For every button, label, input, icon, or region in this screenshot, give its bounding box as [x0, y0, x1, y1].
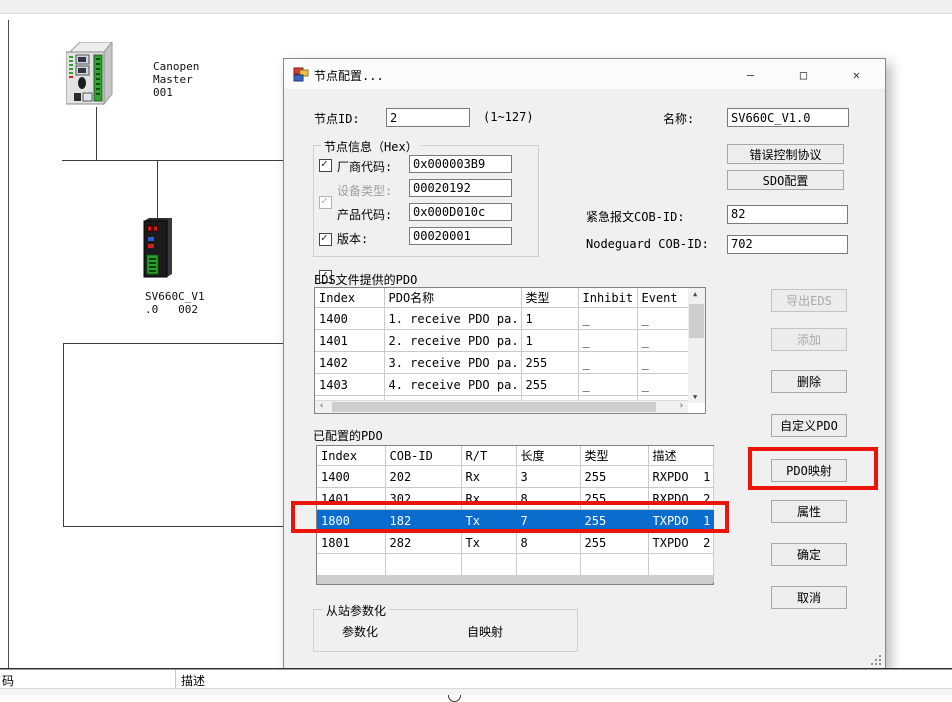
- node-config-dialog: 节点配置... — □ ✕ 节点ID: (1~127) 名称: 节点信息（Hex…: [283, 58, 886, 670]
- configured-pdo-table: Index COB-ID R/T 长度 类型 描述 1400202 Rx3 25…: [316, 445, 714, 585]
- properties-button[interactable]: 属性: [771, 500, 847, 523]
- column-header: 描述: [648, 446, 713, 466]
- network-wire-master: [96, 107, 97, 160]
- eds-horizontal-scrollbar[interactable]: ‹ ›: [315, 400, 688, 413]
- eds-vertical-scrollbar[interactable]: ▲ ▼: [688, 288, 705, 403]
- node-id-label: 节点ID:: [314, 110, 360, 127]
- column-header: PDO名称: [384, 288, 521, 308]
- ok-button[interactable]: 确定: [771, 543, 847, 566]
- scroll-left-icon[interactable]: ‹: [319, 401, 324, 411]
- eds-section-title: EDS文件提供的PDO: [314, 271, 417, 288]
- node-id-input[interactable]: [386, 108, 470, 127]
- device-type-field[interactable]: 00020192: [409, 179, 512, 197]
- minimize-icon: —: [747, 68, 754, 82]
- sdo-config-button[interactable]: SDO配置: [727, 170, 844, 190]
- revision-label: 版本:: [337, 230, 368, 247]
- eds-header-row: Index PDO名称 类型 Inhibit Event: [315, 288, 688, 308]
- column-header: Index: [315, 288, 384, 308]
- table-row[interactable]: 1801282 Tx8 255TXPDO 2: [317, 532, 713, 554]
- revision-field[interactable]: 00020001: [409, 227, 512, 245]
- product-code-label: 产品代码:: [337, 206, 392, 223]
- pdo-mapping-button[interactable]: PDO映射: [771, 459, 847, 482]
- error-control-button[interactable]: 错误控制协议: [727, 144, 844, 164]
- column-header: COB-ID: [385, 446, 461, 466]
- node-info-title: 节点信息（Hex）: [321, 138, 421, 155]
- check-icon: ✓: [321, 157, 328, 170]
- nodeguard-cobid-field[interactable]: 702: [727, 235, 848, 254]
- bottom-panel-header: [0, 670, 952, 688]
- table-row[interactable]: 14034. receive PDO pa... 255_ _: [315, 374, 688, 396]
- emergency-cobid-field[interactable]: 82: [727, 205, 848, 224]
- minimize-button[interactable]: —: [728, 60, 773, 89]
- scroll-down-icon[interactable]: ▼: [693, 393, 697, 401]
- add-button: 添加: [771, 328, 847, 351]
- servo-drive-icon[interactable]: [142, 217, 174, 279]
- slave-node-label: SV660C_V1 .0 002: [145, 290, 205, 316]
- product-code-field[interactable]: 0x000D010c: [409, 203, 512, 221]
- product-code-checkbox[interactable]: ✓: [319, 233, 332, 246]
- network-wire-slave: [157, 160, 158, 218]
- column-header: Inhibit: [578, 288, 637, 308]
- resize-grip-icon[interactable]: [870, 654, 882, 666]
- master-node-label: Canopen Master 001: [153, 60, 199, 99]
- name-input[interactable]: [727, 108, 849, 127]
- delete-button[interactable]: 删除: [771, 370, 847, 393]
- table-row[interactable]: 1401302 Rx8 255RXPDO 2: [317, 488, 713, 510]
- table-row-selected[interactable]: 1800182 Tx7 255TXPDO 1: [317, 510, 713, 532]
- column-header: 类型: [580, 446, 648, 466]
- cancel-button[interactable]: 取消: [771, 586, 847, 609]
- bottom-panel-body: [0, 689, 952, 695]
- form-icon: [293, 66, 309, 82]
- network-bus-line: [62, 160, 290, 161]
- canopen-master-icon[interactable]: [66, 42, 114, 108]
- maximize-icon: □: [800, 68, 807, 82]
- device-type-label: 设备类型:: [337, 182, 392, 199]
- parameterize-radio-label: 参数化: [342, 623, 378, 640]
- bottom-panel-column-divider[interactable]: [175, 670, 176, 688]
- table-row[interactable]: 1400202 Rx3 255RXPDO 1: [317, 466, 713, 488]
- scrollbar-thumb[interactable]: [689, 304, 704, 338]
- bottom-panel-code-column: 码: [2, 672, 14, 689]
- vendor-code-label: 厂商代码:: [337, 158, 392, 175]
- workspace-selection-box: [63, 343, 305, 527]
- nodeguard-cobid-label: Nodeguard COB-ID:: [586, 237, 709, 251]
- dialog-title: 节点配置...: [314, 67, 384, 84]
- param-group-title: 从站参数化: [323, 602, 389, 619]
- maximize-button[interactable]: □: [781, 60, 826, 89]
- vendor-code-checkbox[interactable]: ✓: [319, 159, 332, 172]
- scrollbar-thumb[interactable]: [332, 402, 656, 412]
- table-row[interactable]: 14023. receive PDO pa... 255_ _: [315, 352, 688, 374]
- custom-pdo-button[interactable]: 自定义PDO: [771, 414, 847, 437]
- vendor-code-field[interactable]: 0x000003B9: [409, 155, 512, 173]
- scroll-up-icon[interactable]: ▲: [693, 290, 697, 298]
- name-label: 名称:: [663, 110, 694, 127]
- eds-pdo-table: Index PDO名称 类型 Inhibit Event 14001. rece…: [314, 287, 706, 414]
- bottom-panel-desc-column: 描述: [181, 672, 205, 689]
- close-button[interactable]: ✕: [834, 60, 879, 89]
- emergency-cobid-label: 紧急报文COB-ID:: [586, 208, 685, 225]
- column-header: Index: [317, 446, 385, 466]
- cfg-header-row: Index COB-ID R/T 长度 类型 描述: [317, 446, 713, 466]
- column-header: R/T: [461, 446, 516, 466]
- cfg-horizontal-scrollbar[interactable]: [317, 575, 713, 584]
- table-row[interactable]: 14012. receive PDO pa... 1_ _: [315, 330, 688, 352]
- top-toolbar-strip: [0, 0, 952, 14]
- device-type-checkbox: ✓: [319, 196, 332, 209]
- node-id-range-hint: (1~127): [483, 110, 534, 124]
- column-header: 类型: [521, 288, 578, 308]
- self-mapping-radio-label: 自映射: [467, 623, 503, 640]
- column-header: 长度: [516, 446, 580, 466]
- check-icon: ✓: [321, 194, 328, 207]
- scroll-right-icon[interactable]: ›: [679, 401, 684, 411]
- close-icon: ✕: [853, 68, 860, 82]
- configured-section-title: 已配置的PDO: [313, 427, 383, 444]
- column-header: Event: [637, 288, 688, 308]
- export-eds-button: 导出EDS: [771, 289, 847, 312]
- check-icon: ✓: [321, 231, 328, 244]
- workspace-left-edge: [8, 20, 9, 668]
- table-row[interactable]: 14001. receive PDO pa... 1_ _: [315, 308, 688, 330]
